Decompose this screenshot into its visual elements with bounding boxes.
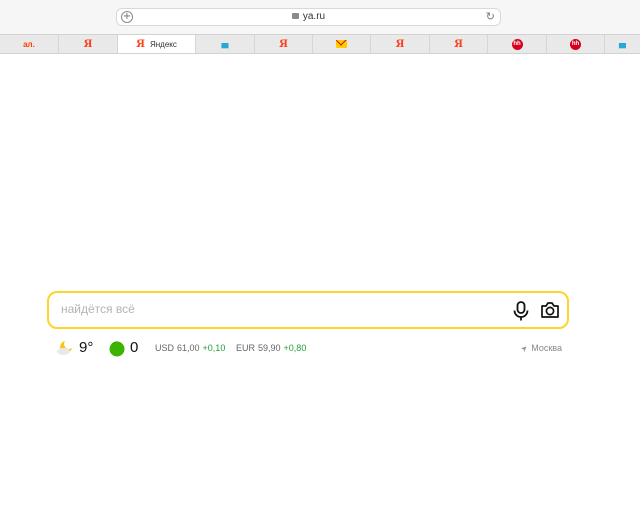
rate-delta: +0,10 [202,343,226,353]
rate-delta: +0,80 [283,343,307,353]
tab-yandex-2[interactable]: Я [255,35,313,53]
yandex-logo-icon: Я [83,38,93,50]
tab-label: Яндекс [149,39,177,49]
location-arrow-icon: ➤ [518,342,530,355]
reload-icon[interactable]: ↻ [486,10,495,23]
hh-logo-icon: hh [570,38,581,50]
tab-mail[interactable] [313,35,371,53]
hh-logo-icon: hh [511,38,523,50]
search-input[interactable]: найдётся всё [61,302,135,316]
address-bar[interactable]: + ya.ru ↻ [116,8,501,26]
url-text: ya.ru [302,11,326,22]
tab-market[interactable]: ал. [0,35,59,53]
rate-eur[interactable]: EUR 59,90 +0,80 [236,343,306,353]
mail-icon [336,40,347,48]
tab-yandex-1[interactable]: Я [59,35,118,53]
browser-toolbar: + ya.ru ↻ [0,0,640,34]
rate-code: EUR [236,343,256,353]
traffic-green-icon[interactable] [109,341,125,357]
yandex-logo-icon: Я [395,38,405,50]
cloudy-moon-icon[interactable] [56,339,74,357]
traffic-score[interactable]: 0 [130,339,138,356]
informers-row: 9° 0 USD 61,00 +0,10 EUR 59,90 +0,80 ➤ Москва [56,338,562,360]
rate-value: 59,90 [258,343,281,353]
tab-hh-1[interactable]: hh [488,35,547,53]
temperature-value[interactable]: 9° [79,339,93,356]
lock-icon [291,13,299,19]
tab-gift-1[interactable]: ▄ [196,35,255,53]
microphone-icon[interactable] [511,300,531,322]
yandex-logo-icon: Я [454,38,463,50]
tab-gift-2[interactable]: ▄ [605,35,640,53]
location-link[interactable]: ➤ Москва [518,342,562,355]
rate-usd[interactable]: USD 61,00 +0,10 [155,343,225,353]
tab-bar: ал. Я Я Яндекс ▄ Я Я Я hh hh ▄ [0,34,640,54]
gift-icon: ▄ [221,39,229,49]
rate-value: 61,00 [177,343,200,353]
tab-yandex-active[interactable]: Я Яндекс [118,35,196,53]
city-name: Москва [531,343,562,353]
tab-hh-2[interactable]: hh [547,35,605,53]
rate-code: USD [155,343,175,353]
market-icon: ал. [23,39,35,49]
tab-yandex-4[interactable]: Я [430,35,488,53]
search-box[interactable]: найдётся всё [47,291,569,329]
tab-yandex-3[interactable]: Я [371,35,430,53]
yandex-logo-icon: Я [136,38,145,50]
yandex-logo-icon: Я [279,38,288,50]
camera-search-icon[interactable] [539,299,561,321]
gift-icon: ▄ [619,39,626,49]
